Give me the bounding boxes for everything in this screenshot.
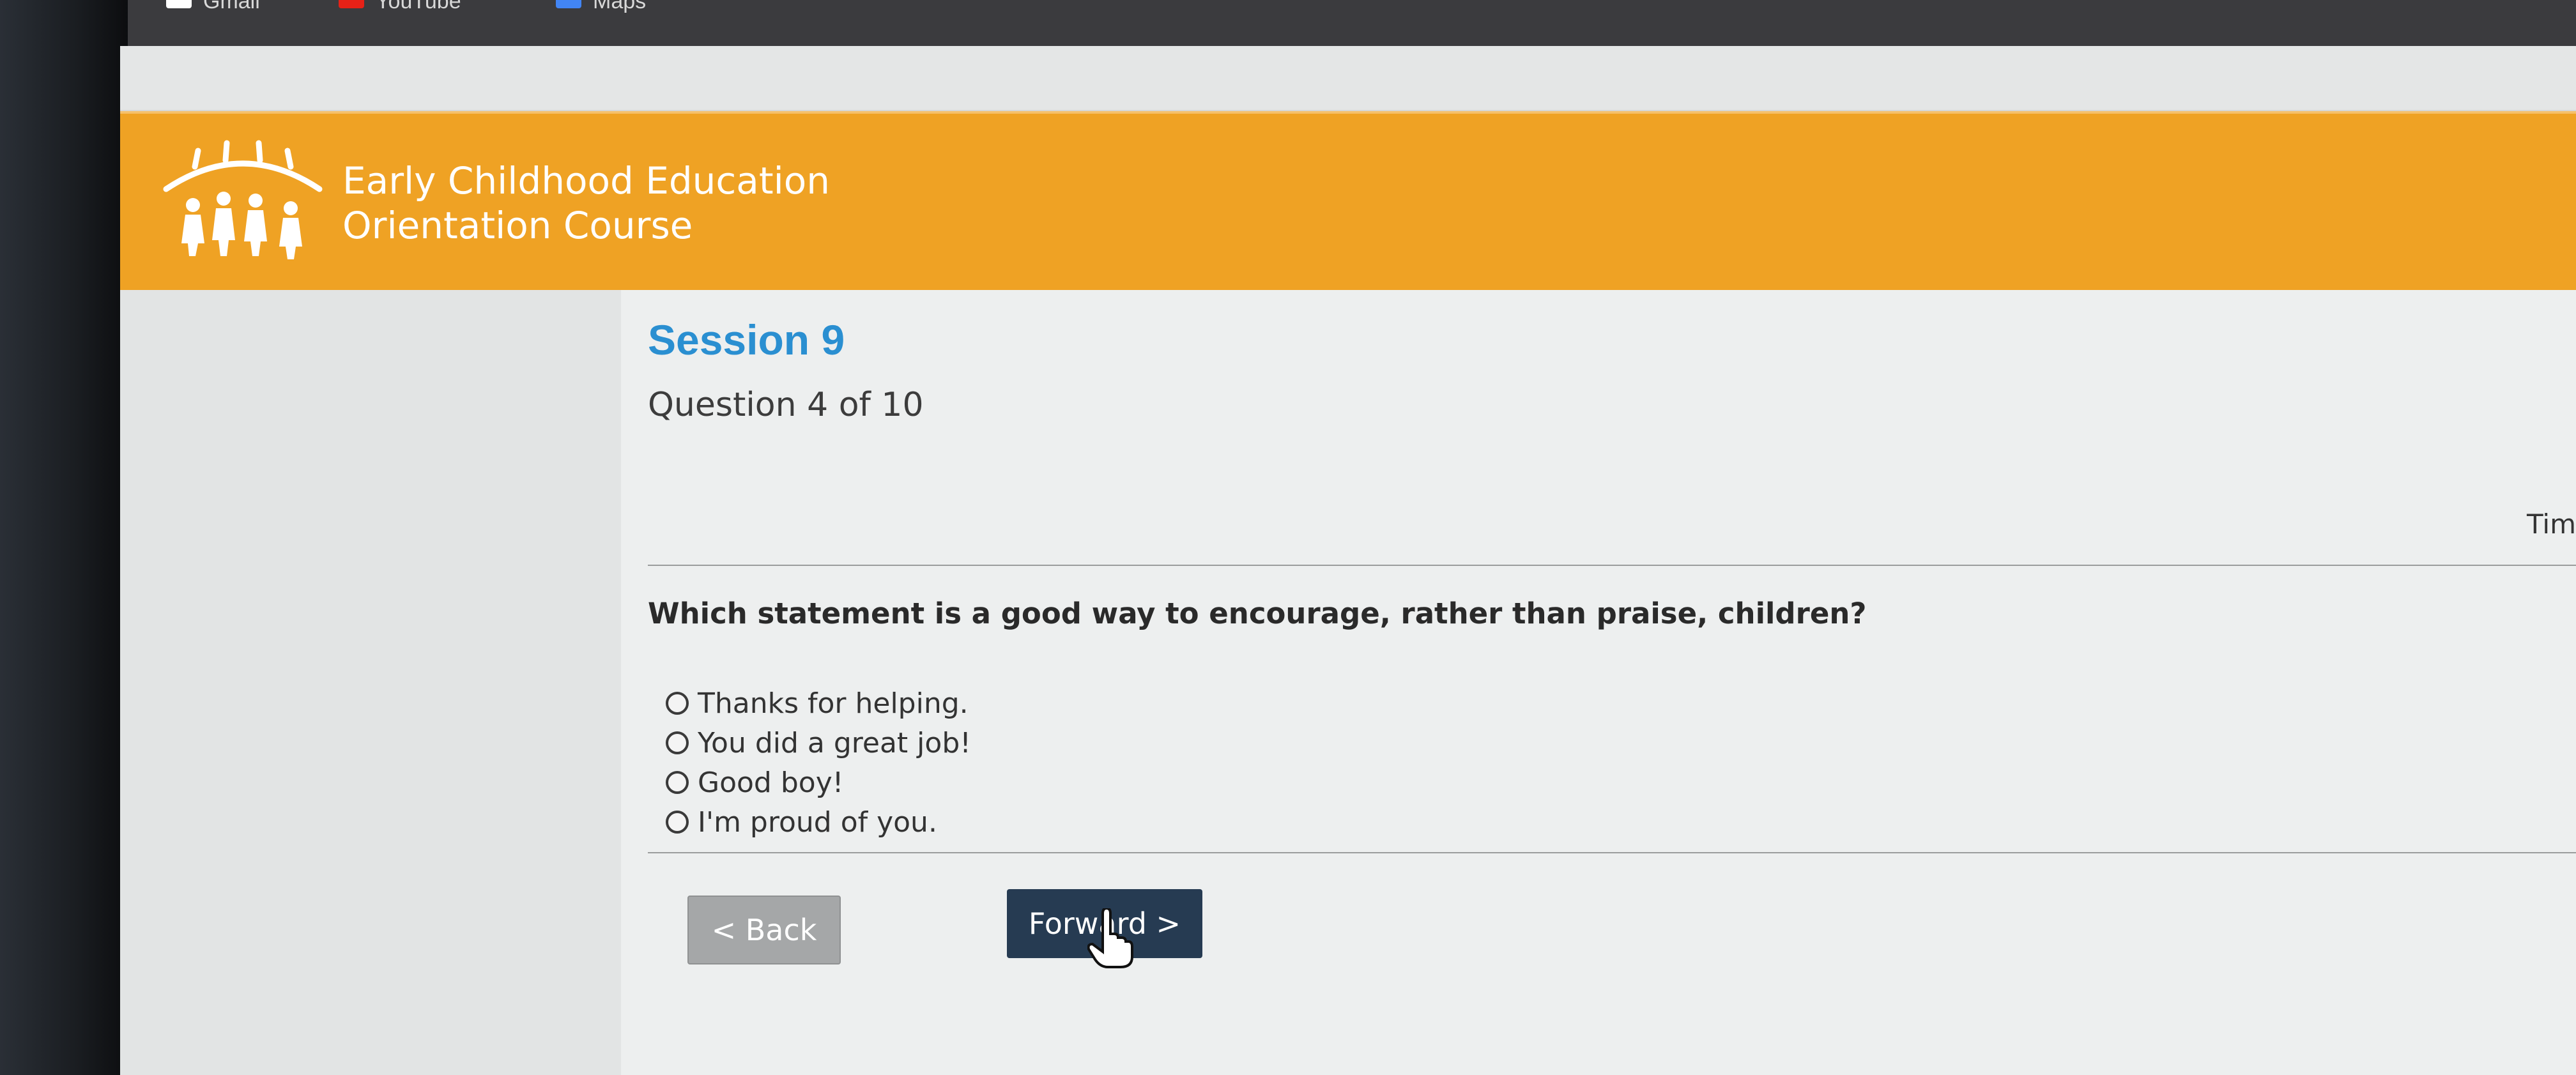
radio-button[interactable] [666, 731, 689, 754]
youtube-icon [339, 0, 364, 8]
monitor-bezel [0, 0, 128, 1075]
timer-label: Tim [2527, 508, 2576, 540]
bookmark-label: YouTube [376, 0, 461, 13]
left-sidebar [120, 290, 621, 1075]
bookmark-label: Gmail [203, 0, 260, 13]
answer-option[interactable]: Thanks for helping. [666, 683, 971, 723]
back-button[interactable]: < Back [687, 896, 841, 964]
answer-option[interactable]: You did a great job! [666, 723, 971, 763]
page-top-strip [120, 46, 2576, 112]
bookmark-youtube[interactable]: YouTube [339, 0, 461, 14]
session-title: Session 9 [648, 316, 845, 363]
children-logo-icon [163, 140, 323, 259]
answer-label: I'm proud of you. [698, 805, 937, 839]
maps-icon [556, 0, 581, 8]
course-title-line1: Early Childhood Education [342, 159, 830, 202]
answer-option[interactable]: Good boy! [666, 763, 971, 802]
radio-button[interactable] [666, 811, 689, 834]
course-title-line2: Orientation Course [342, 204, 693, 247]
radio-button[interactable] [666, 771, 689, 794]
course-banner: Early Childhood Education Orientation Co… [120, 111, 2576, 293]
answer-option[interactable]: I'm proud of you. [666, 802, 971, 842]
hand-cursor-icon [1087, 908, 1133, 968]
answer-label: You did a great job! [698, 726, 971, 759]
divider [648, 852, 2576, 853]
bookmark-maps[interactable]: Maps [556, 0, 646, 14]
answer-label: Thanks for helping. [698, 687, 969, 720]
course-title: Early Childhood Education Orientation Co… [342, 158, 830, 248]
quiz-content: Session 9 Question 4 of 10 Tim Which sta… [621, 290, 2576, 1075]
answer-label: Good boy! [698, 766, 844, 799]
radio-button[interactable] [666, 692, 689, 715]
question-text: Which statement is a good way to encoura… [648, 597, 1867, 630]
question-progress: Question 4 of 10 [648, 386, 924, 424]
bookmark-gmail[interactable]: Gmail [166, 0, 260, 14]
bookmarks-bar: Gmail YouTube Maps [128, 0, 2576, 46]
divider [648, 565, 2576, 566]
answer-options: Thanks for helping. You did a great job!… [666, 683, 971, 842]
gmail-icon [166, 0, 192, 8]
bookmark-label: Maps [593, 0, 647, 13]
course-page: Early Childhood Education Orientation Co… [120, 46, 2576, 1075]
